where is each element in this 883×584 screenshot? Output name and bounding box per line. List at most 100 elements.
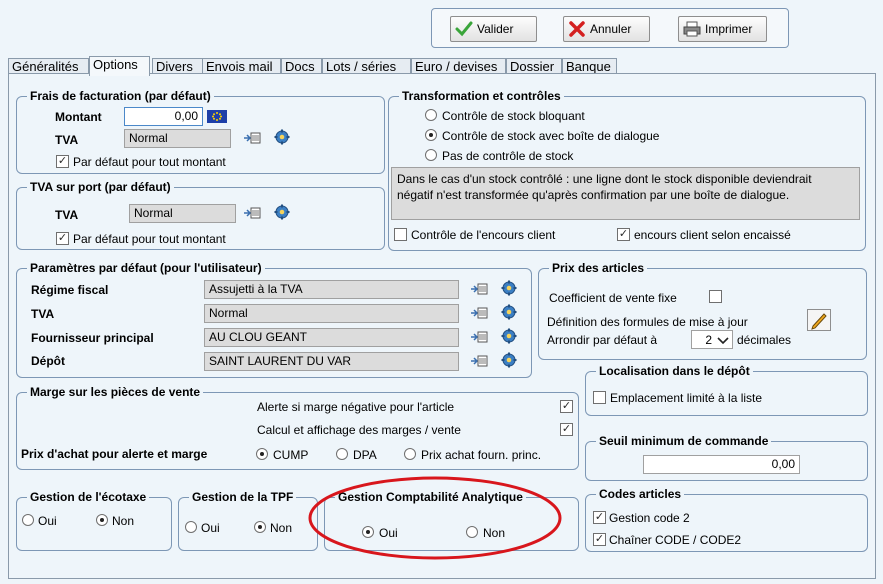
outstanding-cashed-label: encours client selon encaissé	[634, 228, 791, 242]
ecotax-no-label: Non	[112, 514, 135, 528]
list-select-icon[interactable]	[470, 330, 488, 344]
amount-input[interactable]: 0,00	[124, 107, 203, 126]
ecotax-yes-label: Oui	[38, 514, 57, 528]
article-codes-title: Codes articles	[596, 487, 685, 501]
code2-label: Gestion code 2	[609, 511, 690, 525]
edit-formula-button[interactable]	[807, 309, 831, 331]
pencil-icon	[811, 313, 827, 330]
settings-gear-icon[interactable]	[501, 352, 517, 368]
user-tva-label: TVA	[31, 307, 55, 321]
dpa-radio[interactable]	[336, 448, 348, 460]
stock-blocking-radio[interactable]	[425, 109, 437, 121]
shipping-default-all-checkbox[interactable]: ✓	[56, 232, 69, 245]
stock-blocking-label: Contrôle de stock bloquant	[442, 109, 585, 123]
supplier-price-radio[interactable]	[404, 448, 416, 460]
calc-display-checkbox[interactable]: ✓	[560, 423, 573, 436]
calc-display-label: Calcul et affichage des marges / vente	[257, 423, 461, 437]
default-all-amounts-checkbox[interactable]: ✓	[56, 155, 69, 168]
no-stock-control-radio[interactable]	[425, 149, 437, 161]
ecotax-title: Gestion de l'écotaxe	[27, 490, 150, 504]
settings-gear-icon[interactable]	[501, 304, 517, 320]
min-order-group: Seuil minimum de commande 0,00	[585, 434, 868, 481]
close-icon	[568, 20, 586, 38]
tpf-yes-label: Oui	[201, 521, 220, 535]
user-defaults-group: Paramètres par défaut (pour l'utilisateu…	[16, 261, 532, 378]
outstanding-control-label: Contrôle de l'encours client	[411, 228, 556, 242]
ecotax-no-radio[interactable]	[96, 514, 108, 526]
tpf-group: Gestion de la TPF Oui Non	[178, 490, 318, 551]
list-select-icon[interactable]	[470, 354, 488, 368]
decimals-label: décimales	[737, 333, 792, 347]
coef-label: Coefficient de vente fixe	[549, 291, 677, 305]
shipping-tva-select[interactable]: Normal	[129, 204, 236, 223]
location-limited-label: Emplacement limité à la liste	[610, 391, 763, 405]
location-limited-checkbox[interactable]	[593, 391, 606, 404]
round-decimals-select[interactable]: 2	[691, 330, 733, 349]
user-tva-select[interactable]: Normal	[204, 304, 459, 323]
billing-fees-group: Frais de facturation (par défaut) Montan…	[16, 89, 385, 174]
default-all-amounts-label: Par défaut pour tout montant	[73, 155, 226, 169]
cancel-label: Annuler	[590, 22, 632, 36]
stock-info-text: Dans le cas d'un stock contrôlé : une li…	[391, 167, 860, 220]
settings-gear-icon[interactable]	[274, 204, 290, 220]
min-order-title: Seuil minimum de commande	[596, 434, 772, 448]
checkmark-icon	[455, 20, 473, 38]
toolbar: Valider Annuler Imprimer	[431, 8, 789, 48]
ecotax-yes-radio[interactable]	[22, 514, 34, 526]
settings-gear-icon[interactable]	[501, 280, 517, 296]
sales-margin-group: Marge sur les pièces de vente Alerte si …	[16, 385, 579, 470]
shipping-tva-group: TVA sur port (par défaut) TVA Normal ✓ P…	[16, 180, 385, 250]
settings-gear-icon[interactable]	[274, 129, 290, 145]
tab-options[interactable]: Options	[89, 56, 150, 76]
tpf-no-label: Non	[270, 521, 293, 535]
tva-select[interactable]: Normal	[124, 129, 231, 148]
list-select-icon[interactable]	[243, 131, 261, 145]
no-stock-control-label: Pas de contrôle de stock	[442, 149, 574, 163]
highlight-ellipse	[308, 476, 562, 560]
list-select-icon[interactable]	[470, 282, 488, 296]
shipping-default-all-label: Par défaut pour tout montant	[73, 232, 226, 246]
coef-checkbox[interactable]	[709, 290, 722, 303]
formula-label: Définition des formules de mise à jour	[547, 315, 748, 329]
print-label: Imprimer	[705, 22, 753, 36]
fiscal-regime-label: Régime fiscal	[31, 283, 109, 297]
sales-margin-title: Marge sur les pièces de vente	[27, 385, 204, 399]
printer-icon	[683, 20, 701, 38]
cump-label: CUMP	[273, 448, 309, 462]
cancel-button[interactable]: Annuler	[563, 16, 650, 42]
code2-checkbox[interactable]: ✓	[593, 511, 606, 524]
article-prices-title: Prix des articles	[549, 261, 648, 275]
print-button[interactable]: Imprimer	[678, 16, 767, 42]
user-defaults-title: Paramètres par défaut (pour l'utilisateu…	[27, 261, 265, 275]
depot-select[interactable]: SAINT LAURENT DU VAR	[204, 352, 459, 371]
list-select-icon[interactable]	[470, 306, 488, 320]
chevron-down-icon	[716, 335, 730, 345]
ecotax-group: Gestion de l'écotaxe Oui Non	[16, 490, 172, 551]
tva-label: TVA	[55, 133, 79, 147]
depot-location-title: Localisation dans le dépôt	[596, 364, 753, 378]
stock-dialog-label: Contrôle de stock avec boîte de dialogue	[442, 129, 660, 143]
stock-dialog-radio[interactable]	[425, 129, 437, 141]
dpa-label: DPA	[353, 448, 377, 462]
transformation-group: Transformation et contrôles Contrôle de …	[388, 89, 866, 251]
alert-negative-checkbox[interactable]: ✓	[560, 400, 573, 413]
list-select-icon[interactable]	[243, 206, 261, 220]
shipping-tva-label: TVA	[55, 208, 79, 222]
cump-radio[interactable]	[256, 448, 268, 460]
outstanding-cashed-checkbox[interactable]: ✓	[617, 228, 630, 241]
outstanding-control-checkbox[interactable]	[394, 228, 407, 241]
billing-fees-title: Frais de facturation (par défaut)	[27, 89, 214, 103]
chain-codes-checkbox[interactable]: ✓	[593, 533, 606, 546]
settings-gear-icon[interactable]	[501, 328, 517, 344]
chain-codes-label: Chaîner CODE / CODE2	[609, 533, 742, 547]
tpf-yes-radio[interactable]	[185, 521, 197, 533]
euro-flag-icon	[207, 110, 227, 123]
fiscal-regime-select[interactable]: Assujetti à la TVA	[204, 280, 459, 299]
validate-button[interactable]: Valider	[450, 16, 537, 42]
depot-location-group: Localisation dans le dépôt Emplacement l…	[585, 364, 868, 416]
tpf-no-radio[interactable]	[254, 521, 266, 533]
main-supplier-select[interactable]: AU CLOU GEANT	[204, 328, 459, 347]
tpf-title: Gestion de la TPF	[189, 490, 297, 504]
min-order-input[interactable]: 0,00	[643, 455, 800, 474]
shipping-tva-title: TVA sur port (par défaut)	[27, 180, 174, 194]
